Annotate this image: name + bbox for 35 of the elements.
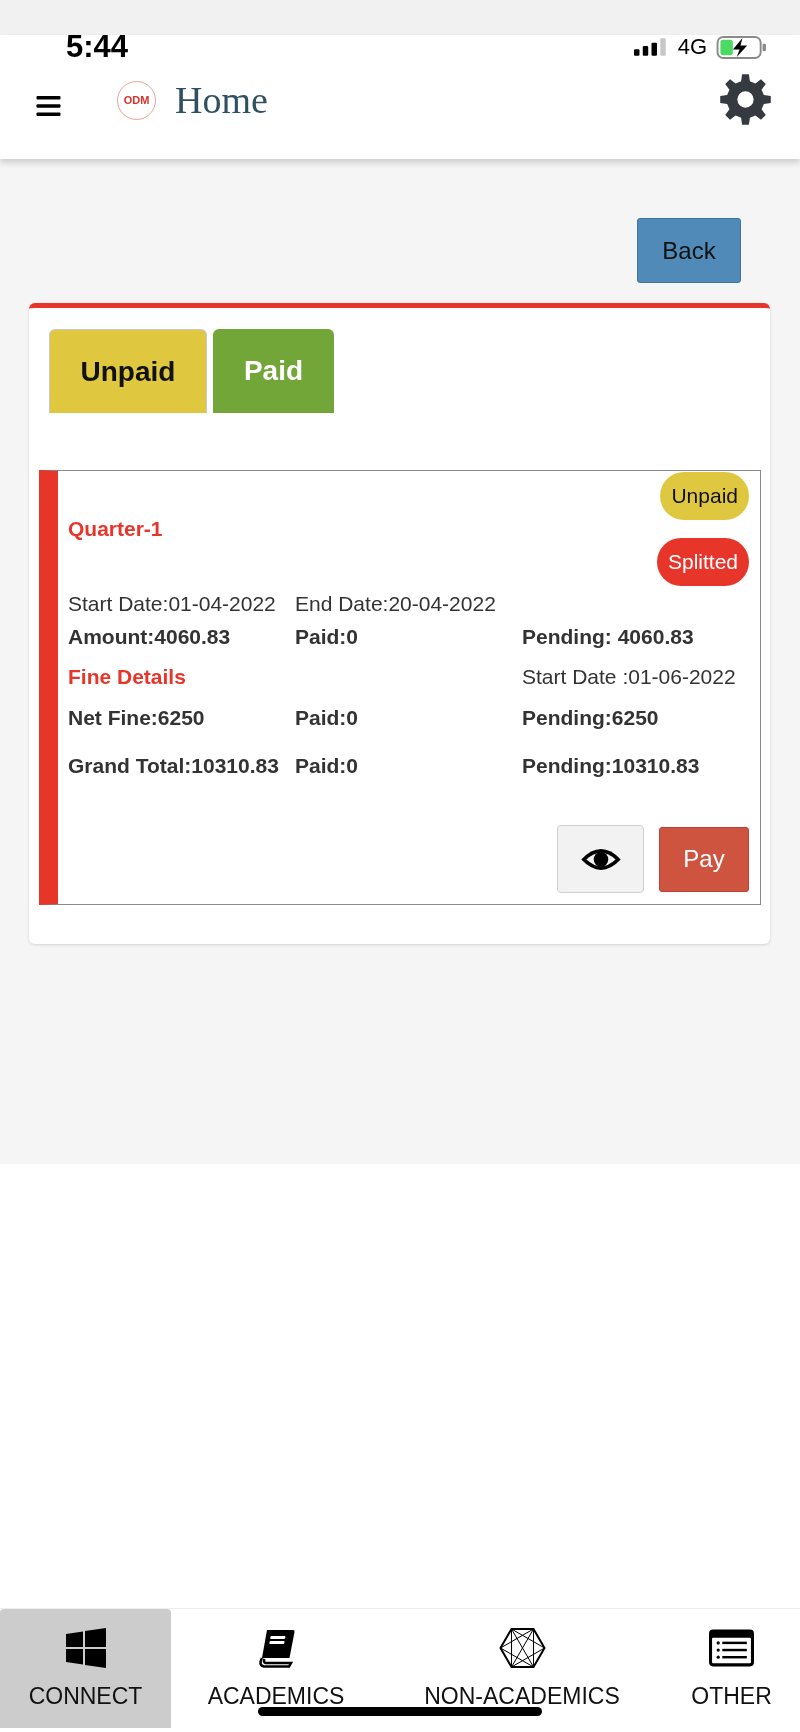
settings-icon[interactable] xyxy=(720,73,771,125)
tiles-icon xyxy=(65,1628,106,1668)
date-text: End Date:20-04-2022 xyxy=(295,591,497,617)
menu-icon[interactable] xyxy=(36,96,61,116)
amount-text: Paid:0 xyxy=(295,624,360,650)
amount-text: Pending: 4060.83 xyxy=(522,624,695,650)
signal-icon xyxy=(633,38,669,56)
status-time: 5:44 xyxy=(66,34,129,60)
status-badge: Splitted xyxy=(656,538,749,586)
date-text: Start Date :01-06-2022 xyxy=(522,664,737,690)
nav-tab[interactable]: ACADEMICS xyxy=(171,1609,381,1728)
card-title: Quarter-1 xyxy=(68,516,163,542)
pay-button[interactable]: Pay xyxy=(659,826,749,892)
fine-text: Paid:0 xyxy=(295,705,360,731)
status-badge: Unpaid xyxy=(660,472,749,520)
page-title: Home xyxy=(175,78,268,122)
nav-tab[interactable]: OTHER xyxy=(663,1609,800,1728)
fine-text: Pending:6250 xyxy=(522,705,660,731)
nav-tab[interactable]: NON-ACADEMICS xyxy=(381,1609,663,1728)
total-text: Pending:10310.83 xyxy=(522,753,701,779)
list-icon xyxy=(709,1628,754,1668)
network-type: 4G xyxy=(677,35,707,59)
total-text: Paid:0 xyxy=(295,753,360,779)
hexagon-icon xyxy=(498,1628,546,1668)
fine-text: Net Fine:6250 xyxy=(68,705,206,731)
school-logo: ODM xyxy=(117,80,156,120)
view-button[interactable] xyxy=(557,825,644,893)
back-button[interactable]: Back xyxy=(637,218,741,283)
total-text: Grand Total:10310.83 xyxy=(68,753,280,779)
date-text: Start Date:01-04-2022 xyxy=(68,591,277,617)
amount-text: Amount:4060.83 xyxy=(68,624,232,650)
battery-icon xyxy=(716,35,767,59)
tab[interactable]: Unpaid xyxy=(49,329,207,413)
nav-tab[interactable]: CONNECT xyxy=(0,1609,171,1728)
section-heading: Fine Details xyxy=(68,664,187,690)
